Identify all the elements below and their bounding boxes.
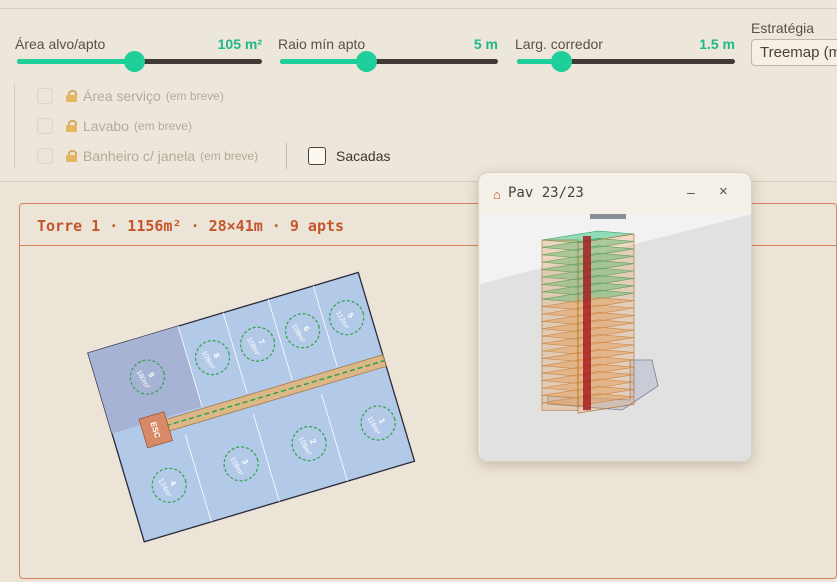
close-button[interactable]: × (719, 183, 728, 200)
window-title: Pav 23/23 (508, 185, 584, 201)
3d-viewport[interactable] (480, 214, 752, 462)
floor-viewer-window[interactable]: ⌂ Pav 23/23 – × (478, 172, 752, 462)
minimize-button[interactable]: – (687, 184, 695, 200)
tower-front-face (541, 239, 579, 411)
elevator-core (583, 236, 591, 411)
window-titlebar[interactable]: ⌂ Pav 23/23 – × (479, 173, 751, 213)
tower-3d-model[interactable] (480, 214, 752, 462)
rooftop (590, 214, 626, 219)
home-icon: ⌂ (493, 187, 501, 202)
